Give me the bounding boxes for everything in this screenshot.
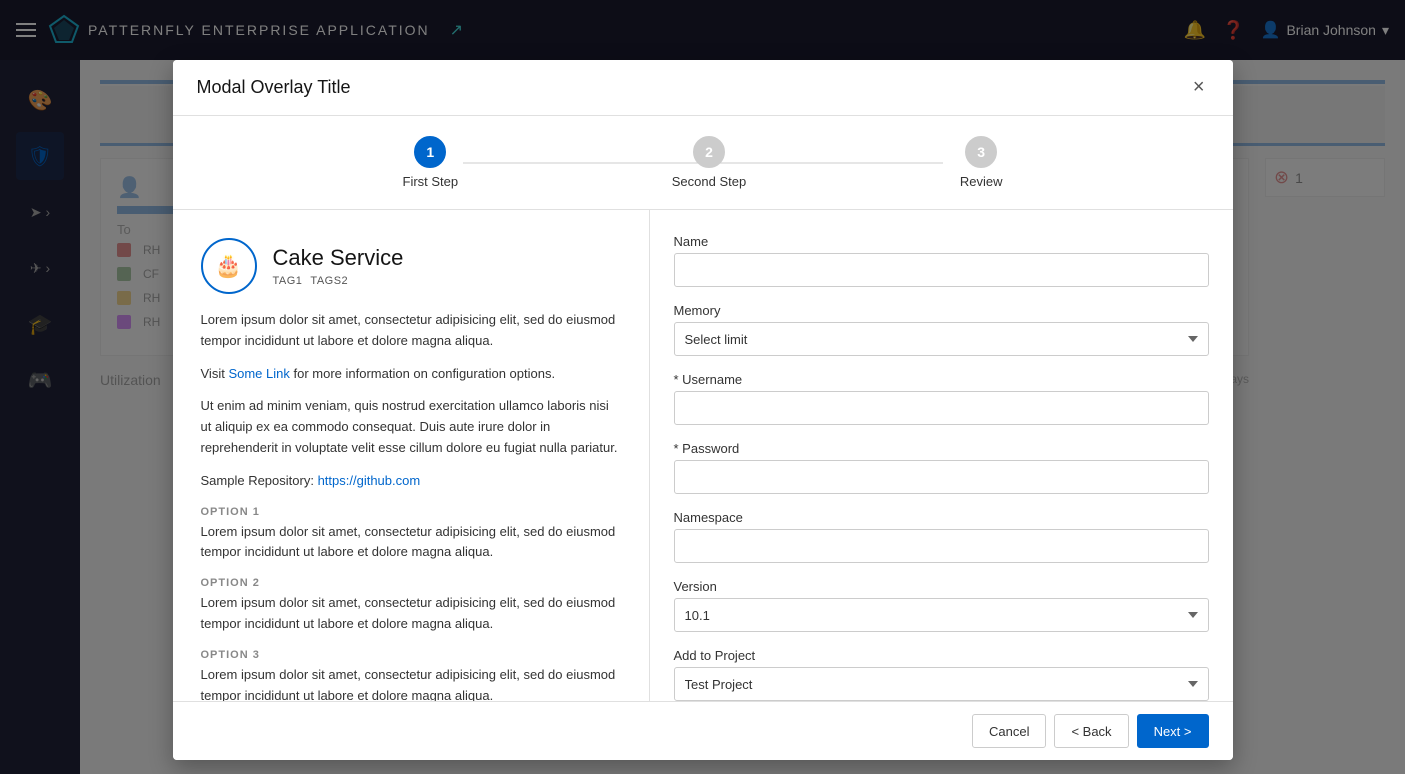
form-group-namespace: Namespace [674,510,1209,563]
some-link[interactable]: Some Link [228,366,289,381]
service-header: 🎂 Cake Service TAG1 TAGS2 [201,238,621,294]
modal-title: Modal Overlay Title [197,77,351,98]
step-2: 2 Second Step [672,136,746,189]
cancel-button[interactable]: Cancel [972,714,1046,748]
step-1-circle: 1 [414,136,446,168]
service-description-3: Ut enim ad minim veniam, quis nostrud ex… [201,396,621,458]
service-icon: 🎂 [201,238,257,294]
form-group-version: Version 10.1 10.0 9.5 9.0 [674,579,1209,632]
form-group-memory: Memory Select limit 512 MB 1 GB 2 GB 4 G… [674,303,1209,356]
service-name: Cake Service [273,245,404,271]
left-panel: 🎂 Cake Service TAG1 TAGS2 Lorem ipsum do… [173,210,650,701]
option-3-text: Lorem ipsum dolor sit amet, consectetur … [201,665,621,701]
password-input[interactable] [674,460,1209,494]
next-button[interactable]: Next > [1137,714,1209,748]
project-select[interactable]: Test Project Project A Project B [674,667,1209,701]
step-2-circle: 2 [693,136,725,168]
modal-header: Modal Overlay Title × [173,60,1233,116]
option-2-title: OPTION 2 [201,577,621,589]
namespace-input[interactable] [674,529,1209,563]
sample-repo-link[interactable]: https://github.com [318,473,421,488]
step-3: 3 Review [960,136,1003,189]
name-input[interactable] [674,253,1209,287]
right-panel: Name Memory Select limit 512 MB 1 GB 2 G… [650,210,1233,701]
step-3-circle: 3 [965,136,997,168]
step-2-label: Second Step [672,174,746,189]
namespace-label: Namespace [674,510,1209,525]
sample-repo: Sample Repository: https://github.com [201,471,621,492]
service-link-paragraph: Visit Some Link for more information on … [201,364,621,385]
wizard-steps: 1 First Step 2 Second Step 3 Review [173,116,1233,210]
project-label: Add to Project [674,648,1209,663]
service-tag-1: TAG1 [273,275,303,287]
form-group-name: Name [674,234,1209,287]
back-button[interactable]: < Back [1054,714,1128,748]
modal-body: 🎂 Cake Service TAG1 TAGS2 Lorem ipsum do… [173,210,1233,701]
password-label: * Password [674,441,1209,456]
username-input[interactable] [674,391,1209,425]
option-3-title: OPTION 3 [201,649,621,661]
modal-footer: Cancel < Back Next > [173,701,1233,760]
service-tag-2: TAGS2 [310,275,348,287]
form-group-project: Add to Project Test Project Project A Pr… [674,648,1209,701]
memory-label: Memory [674,303,1209,318]
form-group-password: * Password [674,441,1209,494]
option-2-text: Lorem ipsum dolor sit amet, consectetur … [201,593,621,635]
service-description-1: Lorem ipsum dolor sit amet, consectetur … [201,310,621,352]
step-1-label: First Step [403,174,459,189]
form-group-username: * Username [674,372,1209,425]
memory-select[interactable]: Select limit 512 MB 1 GB 2 GB 4 GB [674,322,1209,356]
modal-backdrop: Modal Overlay Title × 1 First Step 2 Sec… [0,0,1405,774]
modal-dialog: Modal Overlay Title × 1 First Step 2 Sec… [173,60,1233,760]
version-select[interactable]: 10.1 10.0 9.5 9.0 [674,598,1209,632]
option-1-title: OPTION 1 [201,506,621,518]
username-label: * Username [674,372,1209,387]
version-label: Version [674,579,1209,594]
step-1: 1 First Step [403,136,459,189]
modal-close-button[interactable]: × [1189,76,1209,99]
name-label: Name [674,234,1209,249]
option-1-text: Lorem ipsum dolor sit amet, consectetur … [201,522,621,564]
step-3-label: Review [960,174,1003,189]
